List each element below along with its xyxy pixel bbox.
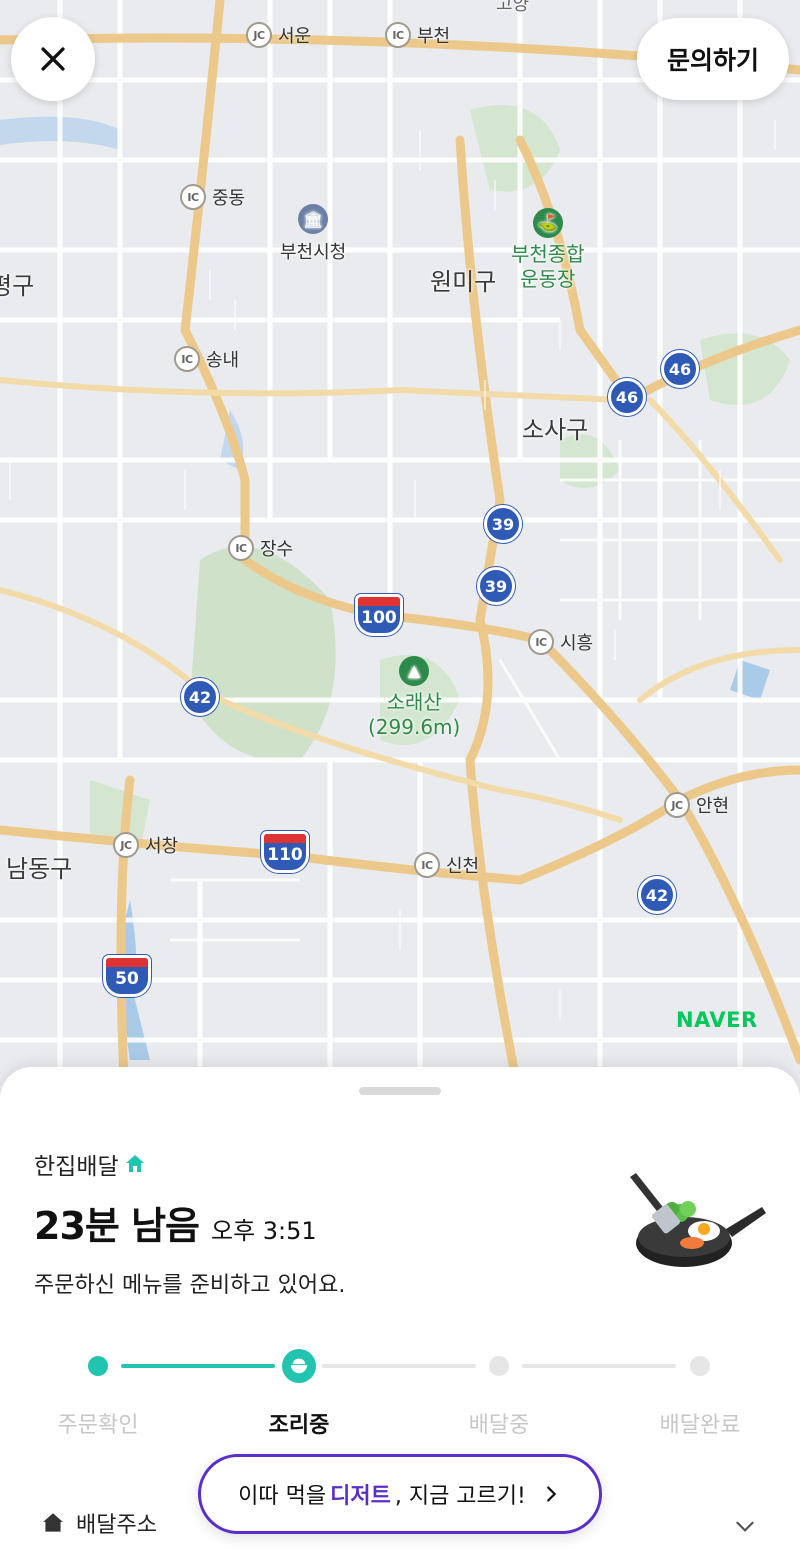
order-progress-stepper: 주문확인 조리중 배달중 배달완료: [0, 1347, 800, 1438]
progress-track: [322, 1364, 476, 1368]
route-shield: 46: [661, 350, 699, 388]
delivery-address-row[interactable]: 배달주소: [40, 1507, 157, 1539]
jc-icon: JC: [664, 792, 690, 818]
route-shield: 39: [484, 505, 522, 543]
naver-logo: NAVER: [676, 1008, 758, 1032]
map-district-label: 남동구: [6, 855, 73, 883]
interstate-shield: 50: [103, 955, 151, 997]
map-poi-mountain[interactable]: ▲ 소래산 (299.6m): [368, 656, 460, 740]
ic-icon: IC: [414, 852, 440, 878]
eta-clock-time: 오후 3:51: [211, 1217, 317, 1245]
sheet-drag-handle[interactable]: [359, 1087, 441, 1095]
ic-icon: IC: [228, 535, 254, 561]
frying-pan-icon: [630, 1173, 766, 1267]
address-label: 배달주소: [76, 1513, 157, 1538]
delivery-type: 한집배달: [34, 1147, 147, 1181]
map-ic-label: IC 시흥: [528, 629, 593, 655]
ic-icon: IC: [174, 346, 200, 372]
interstate-shield: 100: [355, 594, 403, 636]
ic-icon: IC: [180, 184, 206, 210]
map-place-label: 고양: [496, 0, 530, 15]
step-dot-current: [282, 1349, 316, 1383]
step-label-order-confirmed: 주문확인: [57, 1413, 139, 1438]
map-ic-label: JC 서창: [113, 832, 178, 858]
step-dot-done: [88, 1356, 108, 1376]
progress-track: [522, 1364, 676, 1368]
mountain-icon: ▲: [399, 656, 430, 686]
step-label-delivered: 배달완료: [659, 1413, 741, 1438]
route-shield: 39: [477, 567, 515, 605]
step-dot: [690, 1356, 710, 1376]
building-icon: 🏛: [298, 204, 329, 234]
map-ic-label: IC 장수: [228, 535, 293, 561]
step-label-cooking: 조리중: [268, 1413, 330, 1438]
chevron-right-icon: [546, 1486, 557, 1502]
step-dot: [489, 1356, 509, 1376]
map-ic-label: JC 서운: [246, 22, 311, 48]
step-label-delivering: 배달중: [468, 1413, 530, 1438]
eta-row: 23분 남음 오후 3:51: [34, 1195, 317, 1250]
map-district-label: 소사구: [522, 416, 589, 444]
map-ic-label: IC 중동: [180, 184, 245, 210]
map-district-label: 평구: [0, 272, 35, 300]
map-ic-label: IC 신천: [414, 852, 479, 878]
progress-track: [121, 1364, 275, 1368]
dessert-promo-button[interactable]: 이따 먹을 디저트, 지금 고르기!: [198, 1454, 602, 1534]
map-poi-stadium[interactable]: ⛳ 부천종합 운동장: [511, 208, 585, 292]
route-shield: 42: [638, 876, 676, 914]
route-shield: 42: [181, 678, 219, 716]
chevron-down-icon[interactable]: [732, 1513, 758, 1539]
status-message: 주문하신 메뉴를 준비하고 있어요.: [34, 1273, 346, 1298]
rice-bowl-icon: [290, 1358, 308, 1374]
close-icon: [41, 47, 65, 71]
home-icon: [125, 1155, 144, 1172]
map-ic-label: IC 부천: [385, 22, 450, 48]
map-roads: [0, 0, 800, 1100]
ic-icon: IC: [528, 629, 554, 655]
remaining-time: 23분 남음: [34, 1204, 200, 1248]
inquire-button[interactable]: 문의하기: [637, 18, 789, 100]
jc-icon: JC: [113, 832, 139, 858]
map-district-label: 원미구: [430, 268, 497, 296]
stadium-icon: ⛳: [532, 208, 563, 238]
map-ic-label: IC 송내: [174, 346, 239, 372]
delivery-map[interactable]: JC 서운 IC 부천 IC 중동 IC 송내 IC 장수 IC 시흥 JC 안현 JC 서창 …: [0, 0, 800, 1100]
route-shield: 46: [608, 378, 646, 416]
close-button[interactable]: [11, 17, 95, 101]
ic-icon: IC: [385, 22, 411, 48]
jc-icon: JC: [246, 22, 272, 48]
map-poi-cityhall[interactable]: 🏛 부천시청: [280, 204, 346, 264]
home-icon: [43, 1513, 63, 1532]
map-ic-label: JC 안현: [664, 792, 729, 818]
interstate-shield: 110: [261, 831, 309, 873]
